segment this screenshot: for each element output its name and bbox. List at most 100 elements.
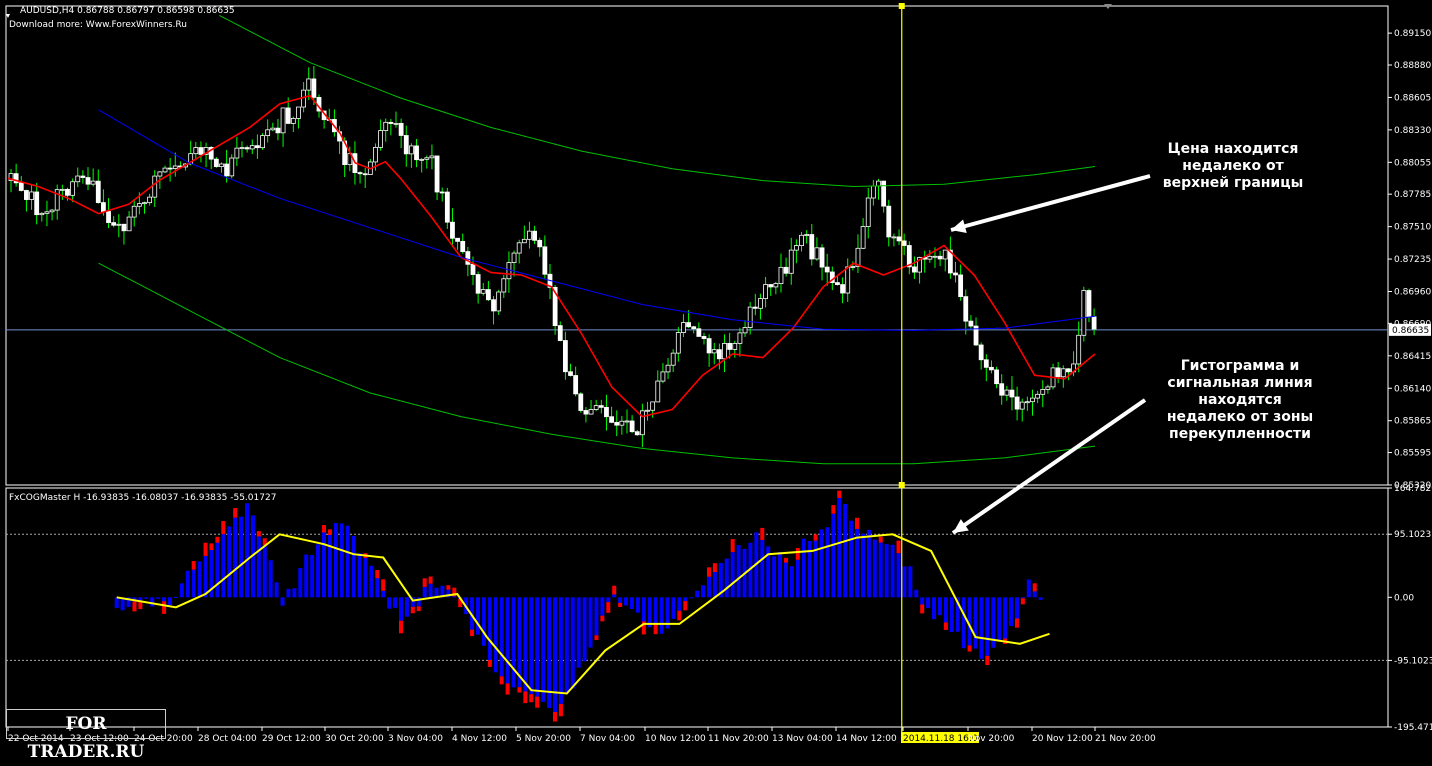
histogram-bar-red <box>831 505 836 514</box>
time-tick-label: 4 Nov 12:00 <box>452 734 507 744</box>
bear-candle <box>989 366 994 371</box>
histogram-bar-red <box>653 623 658 635</box>
price-tick-label: 0.88605 <box>1394 93 1431 103</box>
bear-candle <box>768 284 774 288</box>
collapse-triangle-icon <box>6 14 10 18</box>
bull-candle <box>763 284 768 300</box>
histogram-bar <box>499 597 504 677</box>
price-tick-label: 0.88330 <box>1394 126 1431 136</box>
time-tick-label: 10 Nov 12:00 <box>645 734 706 744</box>
bull-candle <box>876 180 881 187</box>
annotation-top: Цена находится недалеко от верхней грани… <box>1140 141 1326 192</box>
histogram-bar-red <box>1032 583 1037 592</box>
bull-candle <box>393 122 399 125</box>
histogram-bar-red <box>594 635 599 641</box>
blue-regression-line <box>98 109 1096 331</box>
histogram-bar-red <box>398 620 403 634</box>
bull-candle <box>932 255 938 258</box>
histogram-bar-red <box>618 602 623 608</box>
vline-handle <box>898 482 905 488</box>
histogram-bar <box>588 597 593 648</box>
histogram-bar <box>701 585 706 598</box>
bear-candle <box>994 369 999 385</box>
histogram-bar-red <box>920 604 925 614</box>
bull-candle <box>650 401 656 411</box>
histogram-bar <box>695 590 700 598</box>
histogram-bar <box>937 597 942 616</box>
bull-candle <box>29 191 34 200</box>
histogram-bar <box>369 565 374 598</box>
histogram-bar <box>979 597 984 659</box>
bear-candle <box>557 325 563 341</box>
bull-candle <box>619 420 625 426</box>
histogram-bar-red <box>855 517 860 529</box>
histogram-bar <box>724 558 729 598</box>
bear-candle <box>357 172 363 175</box>
price-tick-label: 0.85865 <box>1394 417 1431 427</box>
bear-candle <box>983 359 989 368</box>
histogram-bar <box>1003 597 1008 639</box>
price-tick-label: 0.86415 <box>1394 352 1431 362</box>
histogram-bar <box>351 535 356 598</box>
bull-candle <box>655 380 661 403</box>
bull-candle <box>429 155 435 159</box>
bull-candle <box>496 291 502 312</box>
bear-candle <box>444 191 450 223</box>
histogram-bar <box>926 597 931 609</box>
histogram-bar <box>381 590 386 598</box>
bull-candle <box>501 278 507 293</box>
histogram-bar <box>404 597 409 617</box>
histogram-bar <box>730 552 735 598</box>
bear-candle <box>414 145 419 161</box>
histogram-bar <box>327 534 332 598</box>
histogram-bar-red <box>1014 618 1019 628</box>
histogram-bar-red <box>203 542 208 556</box>
bull-candle <box>593 405 599 410</box>
histogram-bar <box>789 566 794 598</box>
histogram-bar-red <box>375 570 380 579</box>
bear-candle <box>578 393 584 411</box>
bear-candle <box>491 299 496 312</box>
histogram-bar <box>339 523 344 598</box>
bear-candle <box>752 306 758 309</box>
histogram-bar <box>150 597 155 607</box>
histogram-bar <box>855 528 860 598</box>
histogram-bar-red <box>943 622 948 630</box>
histogram-bar-red <box>499 676 504 685</box>
histogram-bar <box>558 597 563 704</box>
bear-candle <box>1091 316 1097 330</box>
price-tick-label: 0.87785 <box>1394 190 1431 200</box>
histogram-bar <box>1026 579 1031 598</box>
histogram-bar <box>552 597 557 712</box>
bear-candle <box>568 371 573 376</box>
time-tick-label: 3 Nov 04:00 <box>388 734 443 744</box>
histogram-bar <box>393 597 398 608</box>
histogram-bar-red <box>558 703 563 717</box>
bull-candle <box>670 352 676 366</box>
histogram-bar <box>831 513 836 598</box>
histogram-bar-red <box>783 557 788 563</box>
bear-candle <box>106 211 111 224</box>
histogram-bar-red <box>221 520 226 535</box>
histogram-bar <box>179 583 184 598</box>
bull-candle <box>172 165 178 169</box>
histogram-bar-red <box>606 602 611 613</box>
bear-candle <box>213 158 219 167</box>
bull-candle <box>793 245 799 251</box>
bull-candle <box>480 289 486 294</box>
histogram-bar <box>191 569 196 598</box>
bear-candle <box>65 188 70 196</box>
bull-candle <box>927 255 933 260</box>
histogram-bar <box>505 597 510 684</box>
bull-candle <box>419 158 425 161</box>
histogram-bar <box>114 597 119 608</box>
histogram-bar <box>268 560 273 598</box>
histogram-bar <box>173 596 178 598</box>
indicator-panel-frame <box>5 487 1389 728</box>
histogram-bar <box>144 597 149 599</box>
histogram-bar <box>570 597 575 689</box>
histogram-bar <box>286 588 291 598</box>
bear-candle <box>824 266 830 273</box>
bear-candle <box>1066 368 1071 373</box>
histogram-bar-red <box>517 687 522 693</box>
